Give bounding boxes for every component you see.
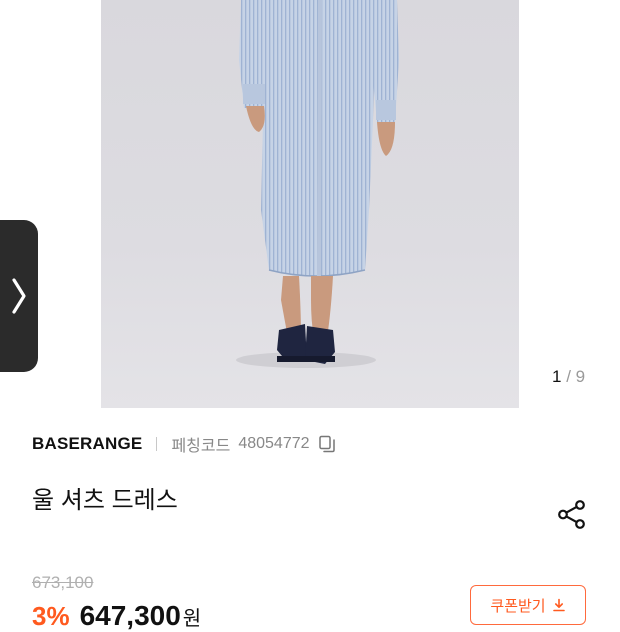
- product-photo[interactable]: [101, 0, 519, 408]
- brand-name[interactable]: BASERANGE: [32, 434, 142, 454]
- copy-icon[interactable]: [318, 435, 336, 453]
- share-icon[interactable]: [556, 498, 588, 530]
- image-pager: 1 / 9: [552, 367, 585, 387]
- brand-code-row: BASERANGE 페칭코드 48054772: [32, 432, 336, 456]
- next-image-handle[interactable]: [0, 220, 38, 372]
- model-wearing-dress-illustration: [236, 0, 399, 368]
- sale-price: 647,300: [79, 600, 181, 631]
- download-icon: [552, 598, 565, 612]
- get-coupon-button[interactable]: 쿠폰받기: [470, 585, 586, 625]
- currency-unit: 원: [182, 608, 202, 630]
- chevron-right-icon: [12, 278, 26, 314]
- fetching-code-label: 페칭코드: [171, 438, 231, 455]
- divider: [156, 437, 158, 451]
- pager-current: 1: [552, 367, 562, 386]
- price-row: 3% 647,300 원: [32, 600, 201, 632]
- product-title: 울 셔츠 드레스: [32, 487, 178, 514]
- fetching-code-value: 48054772: [238, 435, 310, 452]
- original-price: 673,100: [32, 573, 94, 592]
- pager-separator: /: [566, 367, 571, 386]
- discount-rate: 3%: [32, 601, 70, 631]
- product-image-gallery[interactable]: 1 / 9: [0, 0, 620, 408]
- coupon-button-label: 쿠폰받기: [490, 597, 546, 615]
- pager-total: 9: [575, 367, 586, 386]
